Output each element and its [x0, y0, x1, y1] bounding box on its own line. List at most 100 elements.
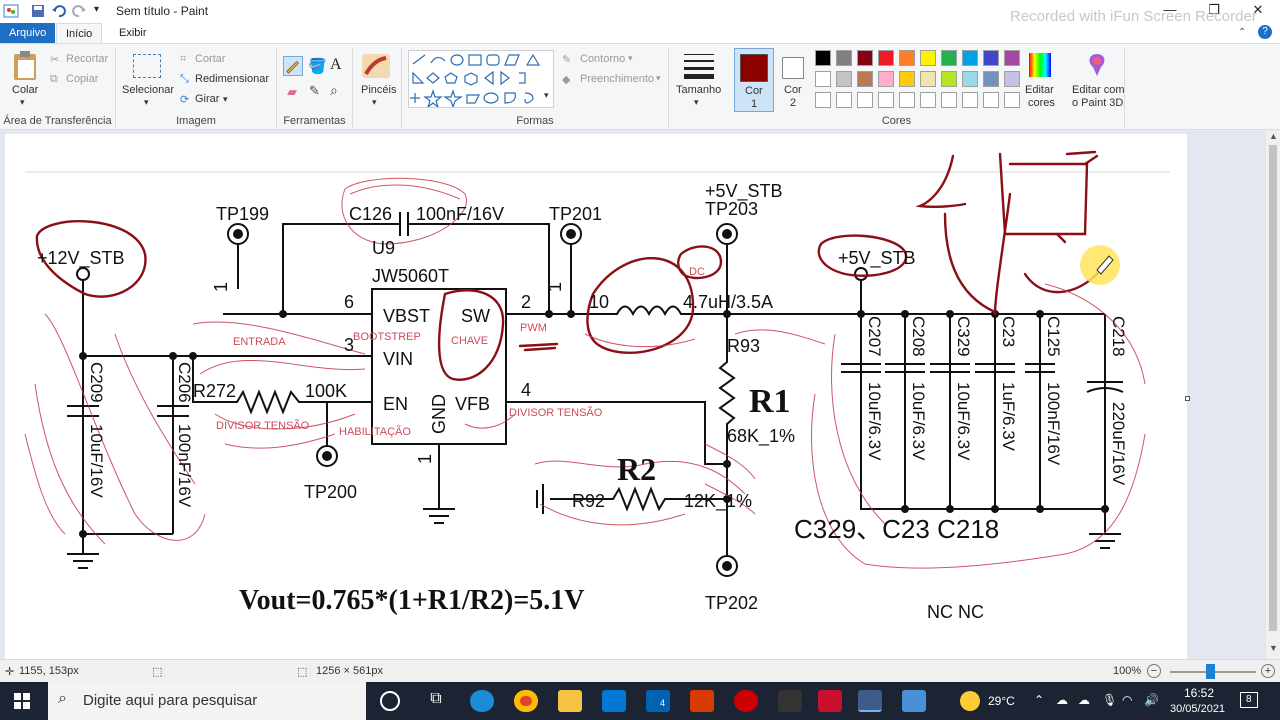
- minimize-icon[interactable]: —: [1150, 0, 1190, 20]
- palette-swatch[interactable]: [920, 92, 936, 108]
- windows-start-icon[interactable]: [14, 693, 30, 709]
- photos-icon[interactable]: [902, 690, 926, 712]
- tab-home[interactable]: Início: [56, 23, 103, 43]
- paste-dropdown-icon[interactable]: ▾: [20, 97, 25, 108]
- edge-icon[interactable]: [470, 690, 494, 712]
- palette-swatch[interactable]: [983, 92, 999, 108]
- vertical-scrollbar[interactable]: ▲ ▼: [1266, 131, 1280, 659]
- palette-swatch[interactable]: [899, 92, 915, 108]
- onedrive-icon[interactable]: ☁: [1056, 693, 1068, 707]
- scroll-down-icon[interactable]: ▼: [1269, 643, 1278, 653]
- select-button[interactable]: Selecionar: [122, 84, 174, 96]
- palette-swatch[interactable]: [962, 92, 978, 108]
- palette-swatch[interactable]: [941, 50, 957, 66]
- zoom-in-icon[interactable]: +: [1261, 664, 1275, 678]
- undo-icon[interactable]: [51, 3, 67, 19]
- outline-button[interactable]: Contorno: [580, 53, 625, 65]
- microphone-icon[interactable]: 🎙: [1102, 693, 1117, 707]
- scroll-thumb[interactable]: [1269, 145, 1277, 631]
- help-icon[interactable]: ?: [1258, 25, 1272, 39]
- paint3d-icon[interactable]: [1085, 52, 1109, 78]
- palette-swatch[interactable]: [857, 71, 873, 87]
- palette-swatch[interactable]: [878, 71, 894, 87]
- palette-swatch[interactable]: [857, 50, 873, 66]
- edit-colors-button-line2[interactable]: cores: [1028, 97, 1055, 109]
- paste-button[interactable]: Colar: [12, 84, 38, 96]
- save-icon[interactable]: [30, 3, 46, 19]
- app-red-icon[interactable]: [734, 690, 758, 712]
- palette-swatch[interactable]: [836, 50, 852, 66]
- cortana-icon[interactable]: [380, 691, 400, 711]
- select-dropdown-icon[interactable]: ▾: [144, 97, 149, 108]
- magnifier-icon[interactable]: ⌕: [330, 82, 338, 99]
- paint3d-button-line2[interactable]: o Paint 3D: [1072, 97, 1123, 109]
- tab-view[interactable]: Exibir: [110, 23, 156, 43]
- brushes-button[interactable]: Pincéis: [361, 84, 396, 96]
- shapes-gallery[interactable]: [408, 50, 554, 109]
- resize-button[interactable]: Redimensionar: [195, 73, 269, 85]
- chrome-icon[interactable]: [514, 690, 538, 712]
- volume-icon[interactable]: 🔊: [1144, 693, 1159, 707]
- collapse-ribbon-icon[interactable]: ⌃: [1238, 27, 1246, 38]
- palette-swatch[interactable]: [920, 50, 936, 66]
- palette-swatch[interactable]: [857, 92, 873, 108]
- paint3d-button[interactable]: Editar com: [1072, 84, 1125, 96]
- close-icon[interactable]: ✕: [1238, 0, 1278, 20]
- text-icon[interactable]: A: [330, 56, 342, 74]
- palette-swatch[interactable]: [878, 92, 894, 108]
- scroll-up-icon[interactable]: ▲: [1269, 131, 1278, 141]
- paste-icon[interactable]: [12, 50, 40, 82]
- palette-swatch[interactable]: [962, 50, 978, 66]
- size-button[interactable]: Tamanho: [676, 84, 721, 96]
- palette-swatch[interactable]: [941, 92, 957, 108]
- tab-file[interactable]: Arquivo: [0, 23, 56, 43]
- brushes-icon[interactable]: [360, 50, 392, 82]
- edit-colors-button[interactable]: Editar: [1025, 84, 1054, 96]
- fill-dropdown-icon[interactable]: ▾: [656, 73, 661, 84]
- cloud-icon[interactable]: ☁: [1078, 693, 1090, 707]
- copy-button[interactable]: Copiar: [66, 73, 98, 85]
- brushes-dropdown-icon[interactable]: ▾: [372, 97, 377, 108]
- palette-swatch[interactable]: [878, 50, 894, 66]
- outline-dropdown-icon[interactable]: ▾: [628, 53, 633, 64]
- fill-icon[interactable]: 🪣: [308, 57, 327, 75]
- task-view-icon[interactable]: ⧉: [424, 690, 448, 712]
- palette-swatch[interactable]: [941, 71, 957, 87]
- palette-swatch[interactable]: [1004, 92, 1020, 108]
- app-dark-icon[interactable]: [778, 690, 802, 712]
- palette-swatch[interactable]: [1004, 50, 1020, 66]
- shapes-scroll-icon[interactable]: ▾: [544, 90, 549, 101]
- wifi-icon[interactable]: ◠: [1122, 693, 1132, 707]
- redo-icon[interactable]: [71, 3, 87, 19]
- palette-swatch[interactable]: [899, 71, 915, 87]
- recorder-app-icon[interactable]: [818, 690, 842, 712]
- palette-swatch[interactable]: [983, 71, 999, 87]
- eraser-icon[interactable]: ▰: [287, 84, 297, 100]
- palette-swatch[interactable]: [815, 50, 831, 66]
- paint-taskbar-icon[interactable]: [858, 690, 882, 712]
- palette-swatch[interactable]: [1004, 71, 1020, 87]
- select-icon[interactable]: [133, 54, 161, 78]
- palette-swatch[interactable]: [836, 92, 852, 108]
- crop-button[interactable]: Cortar: [195, 53, 226, 65]
- canvas-resize-handle[interactable]: [1185, 396, 1190, 401]
- palette-swatch[interactable]: [899, 50, 915, 66]
- fill-shape-button[interactable]: Preenchimento: [580, 73, 654, 85]
- palette-swatch[interactable]: [983, 50, 999, 66]
- cut-button[interactable]: Recortar: [66, 53, 108, 65]
- palette-swatch[interactable]: [836, 71, 852, 87]
- store-icon[interactable]: [602, 690, 626, 712]
- weather-icon[interactable]: [960, 691, 980, 711]
- mail-icon[interactable]: 4: [646, 690, 670, 712]
- palette-swatch[interactable]: [815, 71, 831, 87]
- qat-dropdown-icon[interactable]: ▾: [94, 4, 99, 15]
- office-icon[interactable]: [690, 690, 714, 712]
- size-icon[interactable]: [684, 52, 714, 80]
- rotate-dropdown-icon[interactable]: ▾: [223, 94, 228, 105]
- rotate-button[interactable]: Girar: [195, 93, 219, 105]
- zoom-slider-thumb[interactable]: [1206, 664, 1215, 679]
- size-dropdown-icon[interactable]: ▾: [694, 97, 699, 108]
- palette-swatch[interactable]: [815, 92, 831, 108]
- taskbar-search[interactable]: ⌕ Digite aqui para pesquisar: [48, 682, 366, 720]
- color-picker-icon[interactable]: ✎: [309, 83, 320, 99]
